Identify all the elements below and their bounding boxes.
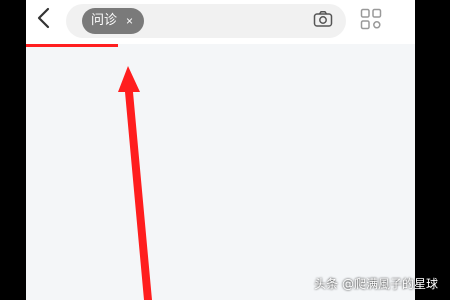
watermark: 头条 @爬满風子的星球: [314, 277, 438, 291]
camera-icon: [313, 10, 333, 33]
back-button[interactable]: [30, 6, 58, 34]
search-input[interactable]: 问诊 ×: [66, 4, 346, 38]
camera-button[interactable]: [312, 10, 334, 33]
grid-icon: [360, 8, 382, 35]
close-icon[interactable]: ×: [126, 8, 133, 34]
search-chip-label: 问诊: [91, 13, 118, 28]
search-header: 问诊 ×: [26, 0, 415, 44]
search-chip[interactable]: 问诊 ×: [82, 8, 144, 34]
grid-menu-button[interactable]: [358, 8, 384, 34]
app-screen: 问诊 ×: [26, 0, 415, 300]
active-tab-indicator: [26, 44, 118, 47]
chevron-left-icon: [36, 6, 52, 35]
